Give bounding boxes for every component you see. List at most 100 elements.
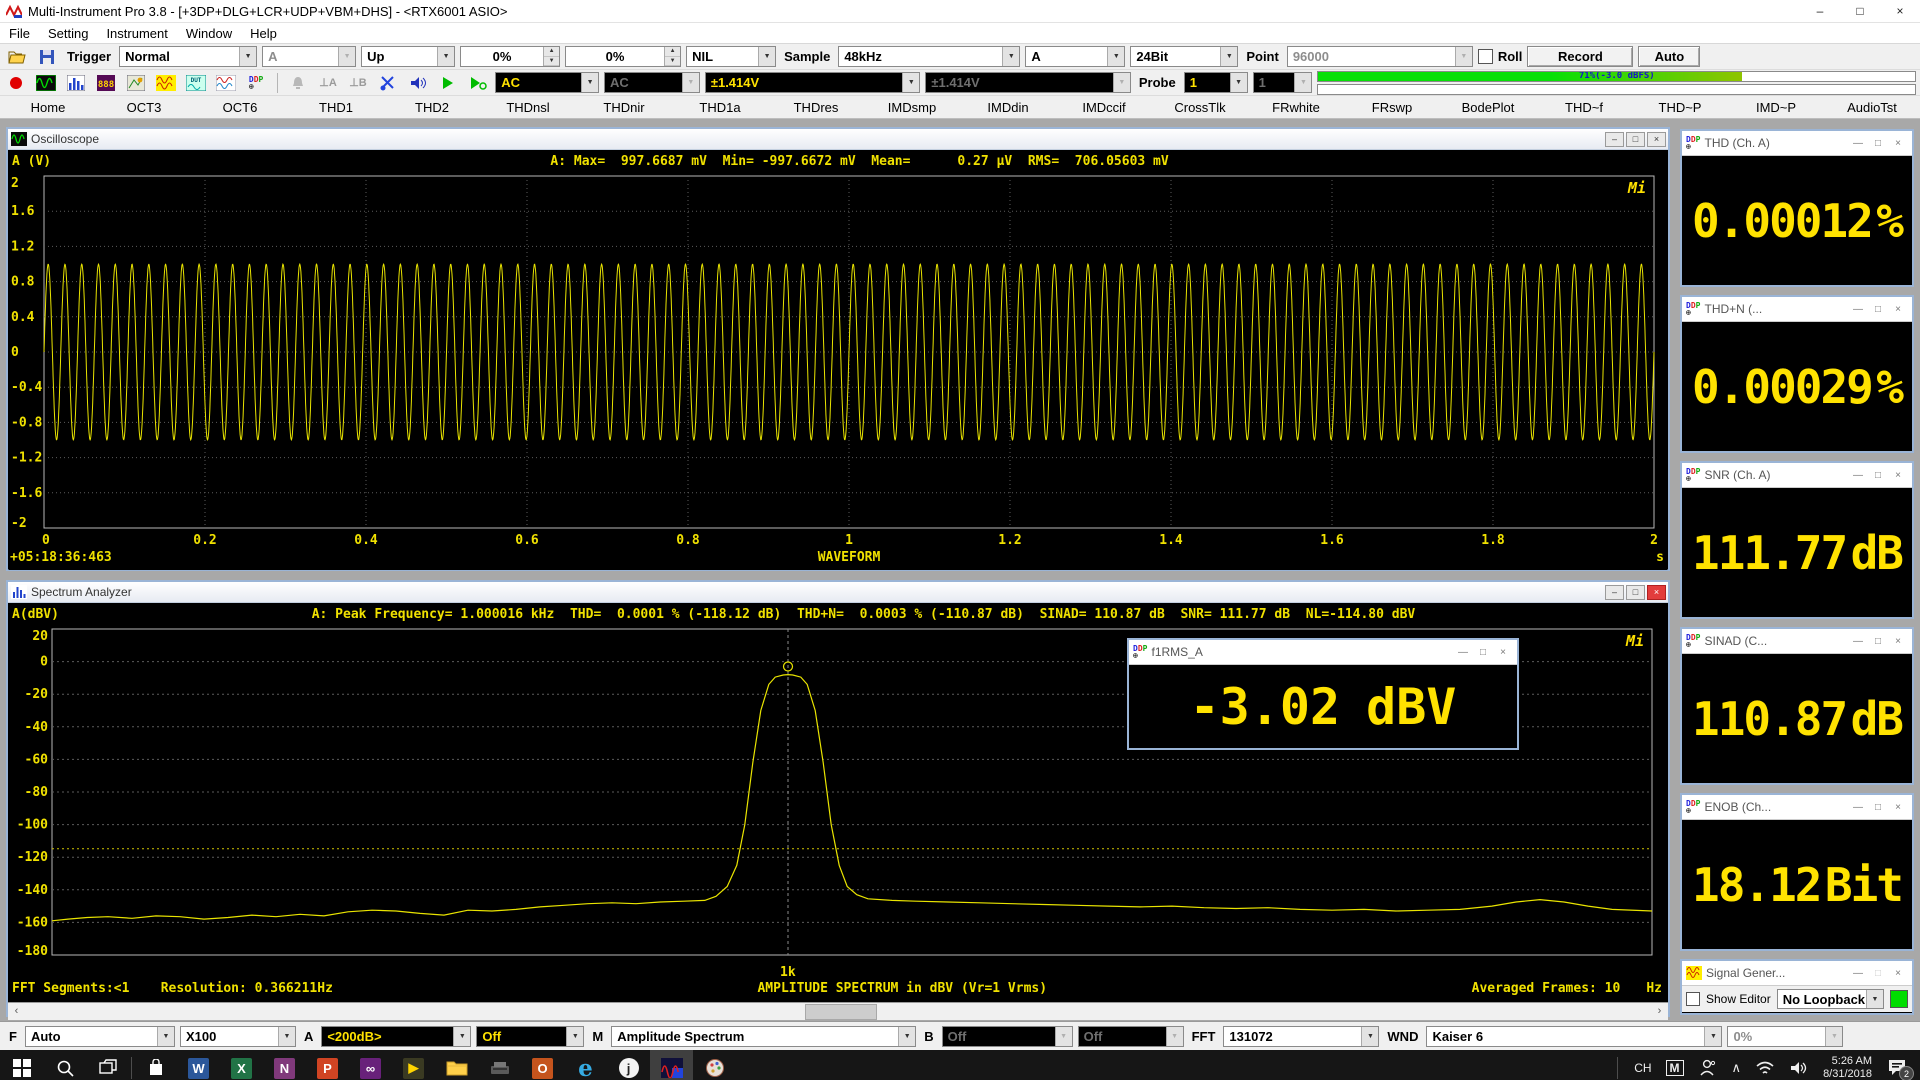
trigger-frequency-select[interactable]: NIL: [686, 46, 776, 67]
edge-icon[interactable]: e: [564, 1050, 607, 1080]
wifi-icon[interactable]: [1755, 1060, 1775, 1076]
menu-instrument[interactable]: Instrument: [97, 26, 176, 41]
scroll-left-icon[interactable]: ‹: [8, 1003, 25, 1019]
ime-indicator[interactable]: M: [1666, 1060, 1684, 1076]
tray-expand-icon[interactable]: ∧: [1732, 1060, 1742, 1076]
x-zoom-select[interactable]: X100: [180, 1026, 296, 1047]
spectrum-restore-icon[interactable]: □: [1626, 585, 1645, 600]
spinner-arrows-icon[interactable]: ▲▼: [543, 47, 559, 66]
spectrum-close-icon[interactable]: ×: [1647, 585, 1666, 600]
coupling-a-select[interactable]: AC: [495, 72, 599, 93]
run-stop-icon[interactable]: [4, 71, 29, 94]
panel-maximize-icon[interactable]: □: [1868, 304, 1888, 315]
bit-depth-select[interactable]: 24Bit: [1130, 46, 1238, 67]
tab-thd1[interactable]: THD1: [288, 100, 384, 115]
oscilloscope-minimize-icon[interactable]: –: [1605, 132, 1624, 147]
outlook-icon[interactable]: O: [521, 1050, 564, 1080]
tab-thdres[interactable]: THDres: [768, 100, 864, 115]
window-function-select[interactable]: Kaiser 6: [1426, 1026, 1722, 1047]
scrollbar-thumb[interactable]: [805, 1004, 877, 1020]
language-indicator[interactable]: CH: [1634, 1061, 1651, 1075]
probe-a-select[interactable]: 1: [1184, 72, 1248, 93]
sinad-panel-title-bar[interactable]: DDP⊕SINAD (C...—□×: [1682, 629, 1912, 654]
loopback-select[interactable]: No Loopback: [1777, 989, 1884, 1009]
tab-thd1a[interactable]: THD1a: [672, 100, 768, 115]
analysis-mode-select[interactable]: Amplitude Spectrum: [611, 1026, 916, 1047]
run-icon[interactable]: [435, 71, 460, 94]
checkbox-icon[interactable]: [1478, 49, 1493, 64]
onenote-icon[interactable]: N: [263, 1050, 306, 1080]
tab-imddin[interactable]: IMDdin: [960, 100, 1056, 115]
f1rms-close-icon[interactable]: ×: [1493, 647, 1513, 658]
f1rms-title-bar[interactable]: DDP⊕ f1RMS_A — □ ×: [1129, 640, 1517, 665]
device-test-plan-icon[interactable]: DUT: [184, 71, 209, 94]
people-icon[interactable]: [1698, 1059, 1718, 1077]
panel-minimize-icon[interactable]: —: [1848, 138, 1868, 149]
volume-icon[interactable]: [1789, 1060, 1809, 1076]
tab-thdnsl[interactable]: THDnsl: [480, 100, 576, 115]
tab-thd~f[interactable]: THD~f: [1536, 100, 1632, 115]
oscilloscope-close-icon[interactable]: ×: [1647, 132, 1666, 147]
trigger-mode-select[interactable]: Normal: [119, 46, 257, 67]
media-j-icon[interactable]: j: [607, 1050, 650, 1080]
menu-help[interactable]: Help: [241, 26, 286, 41]
tab-oct6[interactable]: OCT6: [192, 100, 288, 115]
tab-oct3[interactable]: OCT3: [96, 100, 192, 115]
panel-close-icon[interactable]: ×: [1888, 636, 1908, 647]
close-button[interactable]: ×: [1880, 0, 1920, 22]
open-icon[interactable]: [4, 45, 29, 68]
siggen-close-icon[interactable]: ×: [1888, 968, 1908, 979]
trigger-delay-spinner[interactable]: 0%▲▼: [565, 46, 681, 67]
panel-maximize-icon[interactable]: □: [1868, 138, 1888, 149]
tab-crosstlk[interactable]: CrossTlk: [1152, 100, 1248, 115]
single-run-icon[interactable]: [465, 71, 490, 94]
tab-audiotst[interactable]: AudioTst: [1824, 100, 1920, 115]
spectrum-minimize-icon[interactable]: –: [1605, 585, 1624, 600]
panel-maximize-icon[interactable]: □: [1868, 470, 1888, 481]
sampling-channel-select[interactable]: A: [1025, 46, 1125, 67]
spinner-arrows-icon[interactable]: ▲▼: [664, 47, 680, 66]
fft-size-select[interactable]: 131072: [1223, 1026, 1379, 1047]
auto-button[interactable]: Auto: [1638, 46, 1700, 67]
panel-close-icon[interactable]: ×: [1888, 802, 1908, 813]
taskbar-clock[interactable]: 5:26 AM 8/31/2018: [1823, 1055, 1872, 1080]
show-editor-checkbox[interactable]: [1686, 992, 1700, 1006]
panel-minimize-icon[interactable]: —: [1848, 304, 1868, 315]
roll-checkbox[interactable]: Roll: [1478, 49, 1523, 64]
panel-minimize-icon[interactable]: —: [1848, 802, 1868, 813]
oscilloscope-title-bar[interactable]: Oscilloscope – □ ×: [8, 129, 1668, 150]
siggen-title-bar[interactable]: Signal Gener... — □ ×: [1682, 961, 1912, 986]
panel-close-icon[interactable]: ×: [1888, 138, 1908, 149]
minimize-button[interactable]: –: [1800, 0, 1840, 22]
menu-setting[interactable]: Setting: [39, 26, 97, 41]
gain-a-select[interactable]: Off: [476, 1026, 584, 1047]
speaker-icon[interactable]: [405, 71, 430, 94]
tab-imdsmp[interactable]: IMDsmp: [864, 100, 960, 115]
tab-thd~p[interactable]: THD~P: [1632, 100, 1728, 115]
tab-imd~p[interactable]: IMD~P: [1728, 100, 1824, 115]
labview-icon[interactable]: ▶: [392, 1050, 435, 1080]
f1rms-maximize-icon[interactable]: □: [1473, 647, 1493, 658]
store-icon[interactable]: [134, 1050, 177, 1080]
trigger-level-spinner[interactable]: 0%▲▼: [460, 46, 560, 67]
range-a-db-select[interactable]: <200dB>: [321, 1026, 471, 1047]
enob-panel-title-bar[interactable]: DDP⊕ENOB (Ch...—□×: [1682, 795, 1912, 820]
frequency-axis-select[interactable]: Auto: [25, 1026, 175, 1047]
scanner-icon[interactable]: [478, 1050, 521, 1080]
spectrum-analyzer-icon[interactable]: [64, 71, 89, 94]
sampling-rate-select[interactable]: 48kHz: [838, 46, 1020, 67]
panel-close-icon[interactable]: ×: [1888, 304, 1908, 315]
spectrum-title-bar[interactable]: Spectrum Analyzer – □ ×: [8, 582, 1668, 603]
multimeter-icon[interactable]: 888: [94, 71, 119, 94]
tab-imdccif[interactable]: IMDccif: [1056, 100, 1152, 115]
oscilloscope-restore-icon[interactable]: □: [1626, 132, 1645, 147]
snr-panel-title-bar[interactable]: DDP⊕SNR (Ch. A)—□×: [1682, 463, 1912, 488]
calibration-icon[interactable]: [375, 71, 400, 94]
menu-file[interactable]: File: [0, 26, 39, 41]
ddp-viewer-icon[interactable]: DDP⊕: [244, 71, 269, 94]
panel-close-icon[interactable]: ×: [1888, 470, 1908, 481]
maximize-button[interactable]: □: [1840, 0, 1880, 22]
menu-window[interactable]: Window: [177, 26, 241, 41]
excel-icon[interactable]: X: [220, 1050, 263, 1080]
signal-generator-icon[interactable]: [154, 71, 179, 94]
